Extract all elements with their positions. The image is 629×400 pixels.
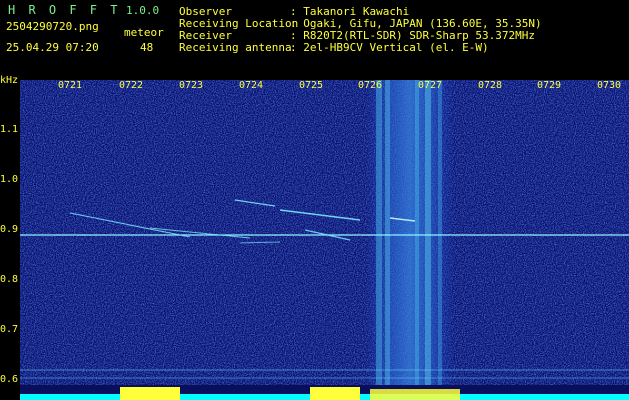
file-name: 2504290720.png: [6, 20, 99, 33]
signal-peak: [310, 387, 360, 400]
antenna-key: Receiving antenna: [179, 41, 292, 54]
x-tick: 0727: [418, 80, 443, 91]
burst-streak: [385, 80, 390, 385]
signal-peak: [370, 389, 460, 400]
x-tick: 0730: [597, 80, 622, 91]
y-tick: 1.0: [0, 174, 19, 185]
x-tick: 0722: [119, 80, 144, 91]
signal-peak: [120, 387, 180, 400]
y-tick: 0.7: [0, 324, 19, 335]
y-tick: 0.6: [0, 374, 19, 385]
x-tick: 0725: [299, 80, 324, 91]
file-datetime: 25.04.29 07:20: [6, 41, 99, 54]
meteor-label: meteor: [124, 26, 164, 39]
signal-strip-svg: [20, 387, 629, 400]
y-tick: 0.8: [0, 274, 19, 285]
app-title: H R O F F T: [8, 3, 121, 17]
burst-streak: [376, 80, 382, 385]
x-tick: 0726: [358, 80, 383, 91]
x-tick: 0721: [58, 80, 83, 91]
antenna-value: : 2el-HB9CV Vertical (el. E-W): [290, 41, 489, 54]
meteor-count: 48: [140, 41, 154, 54]
spectrogram-svg: [20, 80, 629, 385]
burst-streak: [438, 80, 442, 385]
signal-strip: [20, 385, 629, 400]
x-tick: 0723: [179, 80, 204, 91]
y-tick: 0.9: [0, 224, 19, 235]
spectrogram: [20, 80, 629, 385]
app-version: 1.0.0: [126, 4, 160, 17]
y-tick: 1.1: [0, 124, 19, 135]
noise-layer: [20, 80, 629, 385]
x-tick: 0728: [478, 80, 503, 91]
burst-streak: [415, 80, 419, 385]
burst-streak: [425, 80, 431, 385]
x-tick: 0729: [537, 80, 562, 91]
y-axis-unit: kHz: [0, 75, 19, 86]
x-tick: 0724: [239, 80, 264, 91]
